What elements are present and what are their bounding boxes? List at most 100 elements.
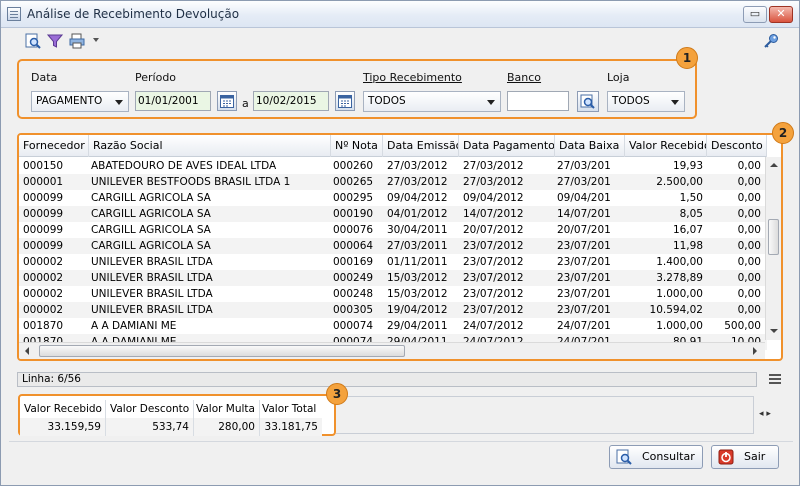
vertical-scrollbar[interactable] (765, 157, 781, 340)
table-cell: 29/04/2011 (387, 320, 448, 332)
data-combo-value: PAGAMENTO (36, 95, 103, 107)
table-cell: 10.594,02 (649, 304, 703, 316)
table-row[interactable]: 000099 CARGILL AGRICOLA SA 000064 27/03/201… (19, 238, 767, 254)
table-cell: CARGILL AGRICOLA SA (91, 208, 211, 220)
table-row[interactable]: 000002 UNILEVER BRASIL LTDA 000249 15/03/20… (19, 270, 767, 286)
col-desconto[interactable]: Desconto (707, 135, 767, 157)
table-cell: 14/07/2012 (463, 208, 524, 220)
sair-button[interactable]: Sair (711, 445, 779, 469)
key-icon[interactable] (763, 33, 779, 49)
table-row[interactable]: 000002 UNILEVER BRASIL LTDA 000169 01/11/20… (19, 254, 767, 270)
horizontal-scrollbar[interactable] (19, 342, 765, 359)
table-cell: 09/04/2012 (557, 192, 611, 204)
table-row[interactable]: 000099 CARGILL AGRICOLA SA 000295 09/04/201… (19, 190, 767, 206)
table-cell: 23/07/2012 (463, 272, 524, 284)
restore-button[interactable]: ▭ (743, 6, 767, 23)
loja-label: Loja (607, 71, 630, 84)
table-cell: 000248 (333, 288, 374, 300)
table-row[interactable]: 000002 UNILEVER BRASIL LTDA 000305 19/04/20… (19, 302, 767, 318)
table-cell: 001870 (23, 320, 64, 332)
total-header-valor-recebido: Valor Recebido (20, 400, 106, 418)
table-cell: A A DAMIANI ME (91, 320, 177, 332)
table-cell: 20/07/2012 (557, 224, 611, 236)
table-cell: 3.278,89 (656, 272, 703, 284)
filter-icon[interactable] (47, 33, 63, 49)
table-cell: UNILEVER BRASIL LTDA (91, 256, 213, 268)
periodo-label: Período (135, 71, 177, 84)
scroll-up-icon[interactable] (770, 163, 778, 167)
table-cell: 11,98 (672, 240, 703, 252)
table-cell: 1.000,00 (656, 288, 703, 300)
close-button[interactable]: ✕ (769, 6, 793, 23)
scroll-right-icon[interactable] (753, 347, 757, 355)
vertical-scroll-thumb[interactable] (768, 219, 779, 255)
col-data-baixa[interactable]: Data Baixa (555, 135, 625, 157)
col-valor-recebido[interactable]: Valor Recebido (625, 135, 707, 157)
annotation-badge-3: 3 (326, 383, 348, 405)
table-cell: 000099 (23, 224, 64, 236)
col-razao-social[interactable]: Razão Social (89, 135, 331, 157)
table-row[interactable]: 000001 UNILEVER BESTFOODS BRASIL LTDA 1 00… (19, 174, 767, 190)
data-combo[interactable]: PAGAMENTO (31, 91, 129, 112)
table-cell: 0,00 (737, 272, 761, 284)
totals-scroll-arrows[interactable]: ◂ ▸ (759, 409, 771, 419)
table-row[interactable]: 000099 CARGILL AGRICOLA SA 000076 30/04/201… (19, 222, 767, 238)
table-cell: 23/07/2012 (463, 304, 524, 316)
app-icon (7, 7, 21, 21)
main-window: Análise de Recebimento Devolução ▭ ✕ Dat… (0, 0, 800, 486)
filter-panel: Data PAGAMENTO Período 01/01/2001 a 10/0… (17, 59, 697, 119)
table-cell: 27/03/2012 (557, 176, 611, 188)
col-data-pagamento[interactable]: Data Pagamento (459, 135, 555, 157)
banco-input[interactable] (507, 91, 569, 111)
print-icon[interactable] (69, 33, 85, 49)
table-cell: 23/07/2012 (557, 304, 611, 316)
table-cell: 2.500,00 (656, 176, 703, 188)
sair-label: Sair (744, 450, 766, 463)
total-valor-multa: 280,00 (194, 418, 260, 436)
table-cell: 16,07 (672, 224, 703, 236)
col-data-emissao[interactable]: Data Emissão (383, 135, 459, 157)
scroll-down-icon[interactable] (770, 329, 778, 333)
calendar-end-button[interactable] (335, 91, 355, 111)
table-cell: 000169 (333, 256, 374, 268)
periodo-start-field[interactable]: 01/01/2001 (135, 91, 211, 111)
table-row[interactable]: 001870 A A DAMIANI ME 000074 29/04/2011 24/0… (19, 318, 767, 334)
results-grid: Fornecedor Razão Social Nº Nota Data Emi… (17, 133, 783, 361)
horizontal-scroll-thumb[interactable] (39, 345, 405, 357)
table-cell: 0,00 (737, 192, 761, 204)
table-cell: 000265 (333, 176, 374, 188)
tipo-recebimento-label[interactable]: Tipo Recebimento (363, 71, 462, 84)
table-cell: 000002 (23, 272, 64, 284)
tipo-recebimento-combo[interactable]: TODOS (363, 91, 501, 112)
menu-icon[interactable] (769, 374, 781, 384)
table-cell: 15/03/2012 (387, 272, 448, 284)
calendar-start-button[interactable] (217, 91, 237, 111)
periodo-separator: a (242, 97, 249, 110)
calendar-icon (220, 95, 234, 108)
preview-icon[interactable] (25, 33, 41, 49)
print-dropdown-arrow-icon[interactable] (93, 38, 99, 42)
table-cell: 0,00 (737, 240, 761, 252)
table-cell: 09/04/2012 (463, 192, 524, 204)
table-cell: 0,00 (737, 304, 761, 316)
chevron-down-icon (115, 100, 123, 105)
table-row[interactable]: 000002 UNILEVER BRASIL LTDA 000248 15/03/20… (19, 286, 767, 302)
col-numero-nota[interactable]: Nº Nota (331, 135, 383, 157)
table-cell: 27/03/2012 (463, 176, 524, 188)
row-status: Linha: 6/56 (17, 372, 757, 387)
table-cell: 24/07/2012 (557, 320, 611, 332)
table-cell: 23/07/2012 (463, 240, 524, 252)
banco-search-button[interactable] (577, 91, 599, 112)
table-cell: 000150 (23, 160, 64, 172)
annotation-badge-2: 2 (772, 122, 794, 144)
consultar-button[interactable]: Consultar (609, 445, 703, 469)
table-row[interactable]: 000150 ABATEDOURO DE AVES IDEAL LTDA 00026… (19, 158, 767, 174)
table-row[interactable]: 000099 CARGILL AGRICOLA SA 000190 04/01/201… (19, 206, 767, 222)
table-cell: 30/04/2011 (387, 224, 448, 236)
table-cell: 000099 (23, 192, 64, 204)
scroll-left-icon[interactable] (25, 347, 29, 355)
periodo-end-field[interactable]: 10/02/2015 (253, 91, 329, 111)
loja-combo[interactable]: TODOS (607, 91, 685, 112)
col-fornecedor[interactable]: Fornecedor (19, 135, 89, 157)
banco-label[interactable]: Banco (507, 71, 541, 84)
